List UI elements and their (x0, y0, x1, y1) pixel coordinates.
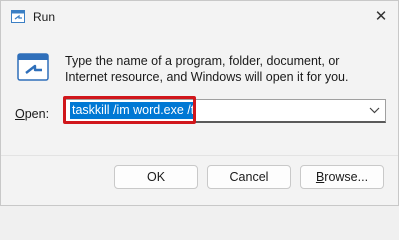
button-bar: OK Cancel Browse... (1, 155, 398, 205)
instruction-text: Type the name of a program, folder, docu… (65, 54, 349, 84)
open-label: Open: (15, 107, 49, 121)
title-bar: Run ✕ (1, 1, 398, 33)
browse-access-key: B (315, 170, 325, 184)
window-title: Run (33, 10, 56, 24)
close-icon: ✕ (374, 8, 388, 25)
browse-label-rest: rowse... (324, 170, 369, 184)
browse-button[interactable]: Browse... (300, 165, 384, 189)
open-input[interactable]: taskkill /im word.exe /t (70, 102, 197, 119)
run-icon (11, 10, 25, 23)
open-label-access-key: O (15, 107, 25, 121)
dialog-body: Type the name of a program, folder, docu… (1, 33, 398, 155)
close-button[interactable]: ✕ (368, 3, 394, 29)
open-label-rest: pen: (24, 107, 50, 121)
chevron-down-icon[interactable] (367, 103, 381, 117)
open-combobox[interactable]: taskkill /im word.exe /t (63, 96, 386, 124)
ok-button[interactable]: OK (114, 165, 198, 189)
run-dialog-icon (17, 51, 51, 85)
run-dialog: Run ✕ Type the name of a program, folder… (0, 0, 399, 206)
cancel-button[interactable]: Cancel (207, 165, 291, 189)
